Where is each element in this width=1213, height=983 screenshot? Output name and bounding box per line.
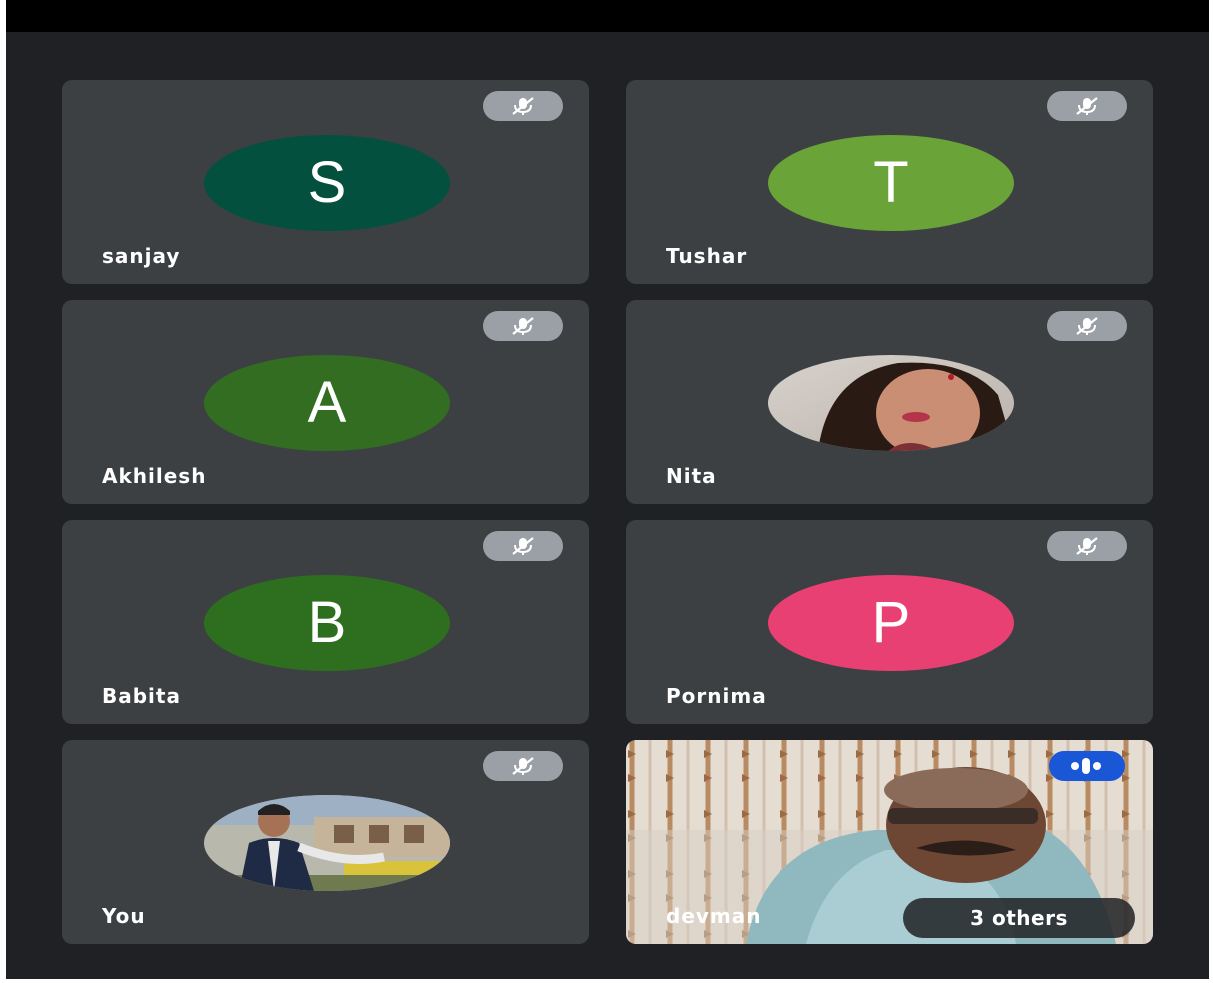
participant-tile-tushar[interactable]: T Tushar [626,80,1153,284]
avatar-photo [204,795,450,891]
avatar: S [204,135,450,231]
avatar-initial: B [307,590,347,655]
participant-name: You [102,904,146,928]
bottom-edge [6,979,1209,983]
mic-off-icon [1047,311,1127,341]
participant-tile-sanjay[interactable]: S sanjay [62,80,589,284]
mic-off-icon [483,531,563,561]
participant-name: Babita [102,684,181,708]
participant-name: Akhilesh [102,464,207,488]
mic-off-icon [483,751,563,781]
avatar: P [768,575,1014,671]
participant-name: Pornima [666,684,767,708]
mic-off-icon [1047,91,1127,121]
participant-tile-devman[interactable]: devman 3 others [626,740,1153,944]
avatar-photo [768,355,1014,451]
avatar: A [204,355,450,451]
participant-name: devman [666,904,762,928]
participant-tile-pornima[interactable]: P Pornima [626,520,1153,724]
participant-tile-babita[interactable]: B Babita [62,520,589,724]
avatar-initial: T [873,150,909,215]
participant-tile-you[interactable]: You [62,740,589,944]
participant-name: Tushar [666,244,748,268]
mic-off-icon [1047,531,1127,561]
participant-tile-nita[interactable]: Nita [626,300,1153,504]
avatar: B [204,575,450,671]
mic-off-icon [483,311,563,341]
participant-name: sanjay [102,244,181,268]
avatar: T [768,135,1014,231]
avatar-initial: P [871,590,911,655]
audio-level-icon [1049,751,1125,781]
meeting-grid-screen: S sanjay T Tushar A Akhilesh Nita B Babi… [6,0,1209,983]
participant-name: Nita [666,464,717,488]
others-count-button[interactable]: 3 others [903,898,1135,938]
avatar-initial: A [307,370,347,435]
avatar-initial: S [307,150,347,215]
mic-off-icon [483,91,563,121]
participant-tile-akhilesh[interactable]: A Akhilesh [62,300,589,504]
top-status-bar [6,0,1209,32]
